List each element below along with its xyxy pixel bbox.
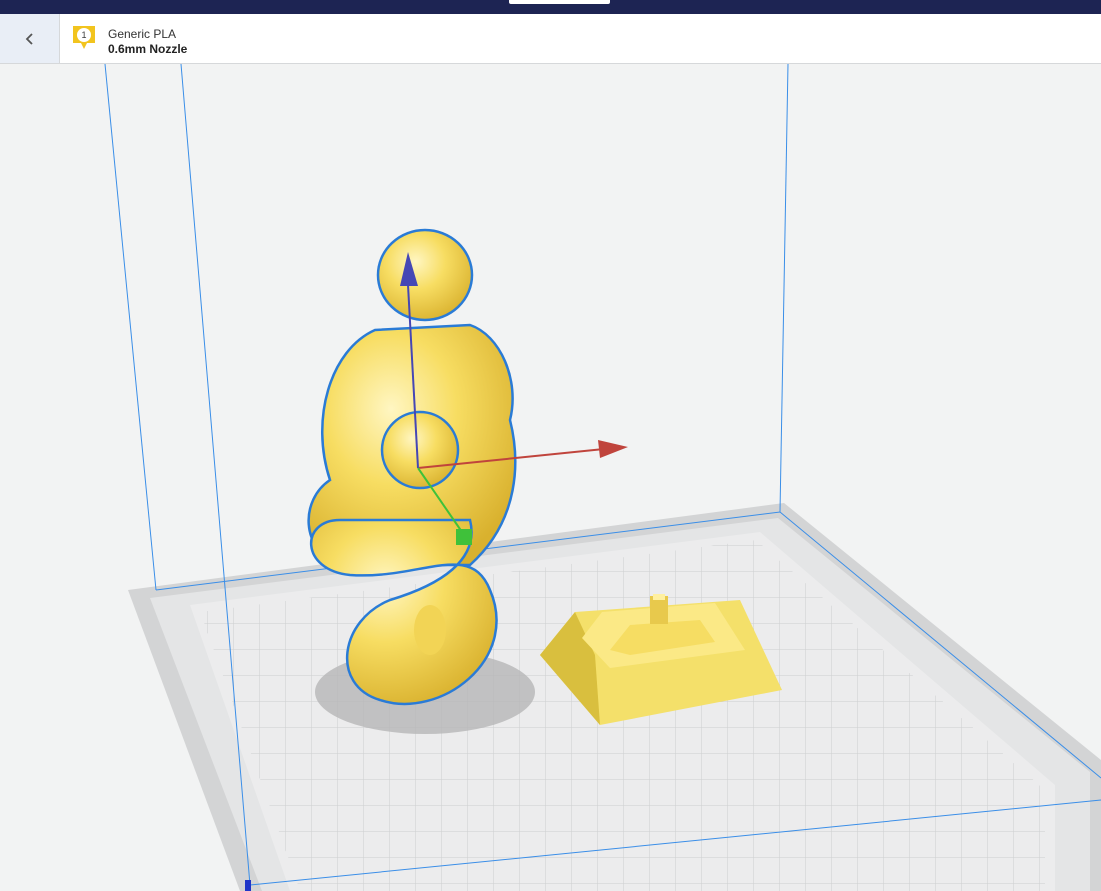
title-bar [0, 0, 1101, 14]
back-button[interactable] [0, 14, 60, 63]
origin-marker [245, 880, 251, 891]
material-name: Generic PLA [108, 27, 177, 41]
extruder-number: 1 [77, 28, 91, 42]
window-tab-indicator [509, 0, 610, 4]
model-loop-hole [414, 605, 446, 655]
print-setup-header: 1 Generic PLA 0.6mm Nozzle [0, 14, 1101, 64]
y-axis-handle [456, 529, 472, 545]
3d-viewport[interactable] [0, 64, 1101, 891]
extruder-badge-icon[interactable]: 1 [72, 25, 96, 51]
chevron-left-icon [25, 32, 33, 45]
x-axis-arrow [598, 440, 628, 458]
nozzle-size: 0.6mm Nozzle [108, 42, 188, 56]
